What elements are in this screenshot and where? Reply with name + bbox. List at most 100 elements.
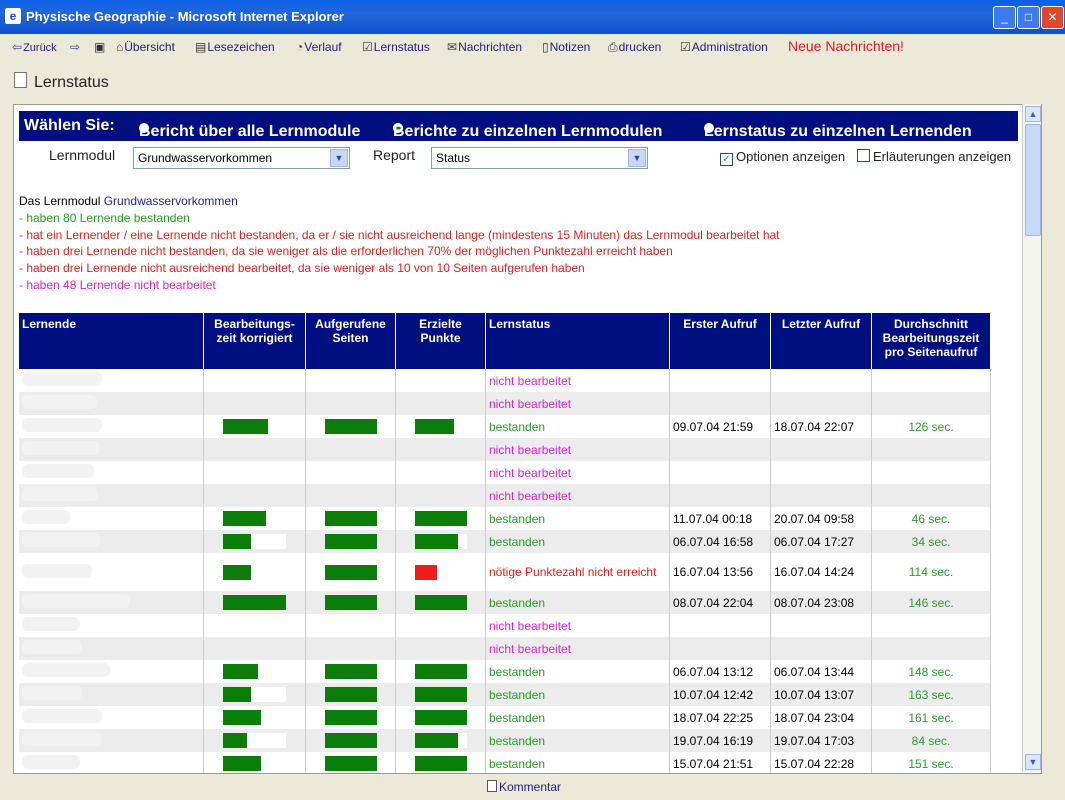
learner-name-cell — [19, 507, 204, 530]
lesezeichen-link[interactable]: ▤Lesezeichen — [195, 40, 275, 54]
maximize-button[interactable]: □ — [1017, 6, 1040, 29]
minimize-button[interactable]: _ — [993, 6, 1016, 29]
drucken-link[interactable]: ⎙drucken — [608, 40, 661, 55]
redacted-name[interactable] — [22, 395, 97, 409]
chevron-down-icon[interactable]: ▼ — [330, 149, 348, 167]
col-header-punkte[interactable]: Erzielte Punkte — [395, 313, 486, 369]
module-summary: Das Lernmodul Grundwasservorkommen - hab… — [19, 193, 780, 294]
progress-bar — [324, 687, 377, 703]
progress-fill — [324, 564, 377, 580]
refresh-button[interactable]: ▣ — [94, 40, 106, 54]
uebersicht-link[interactable]: ⌂Übersicht — [116, 40, 175, 54]
progress-bar — [414, 564, 467, 580]
redacted-name[interactable] — [22, 418, 102, 432]
unchecked-box-icon[interactable] — [857, 149, 870, 162]
points-bar-cell — [395, 369, 486, 392]
time-bar-cell — [203, 461, 306, 484]
back-button[interactable]: ⇦Zurück — [12, 40, 57, 54]
vertical-scrollbar[interactable]: ▲ ▼ — [1022, 104, 1041, 772]
history-icon: ◔ — [296, 40, 304, 54]
col-header-lernstatus[interactable]: Lernstatus — [485, 313, 670, 369]
close-button[interactable]: ✕ — [1041, 6, 1064, 29]
col-header-durchschnitt[interactable]: Durchschnitt Bearbeitungszeit pro Seiten… — [871, 313, 991, 369]
last-access-cell — [770, 637, 872, 660]
time-bar-cell — [203, 507, 306, 530]
verlauf-link[interactable]: ◔Verlauf — [296, 40, 342, 54]
first-access-cell — [669, 637, 771, 660]
redacted-name[interactable] — [22, 663, 110, 677]
scroll-thumb[interactable] — [1025, 124, 1041, 236]
col-header-bearbeitungszeit[interactable]: Bearbeitungs-zeit korrigiert — [203, 313, 306, 369]
progress-bar — [324, 595, 377, 611]
redacted-name[interactable] — [22, 563, 92, 578]
pages-bar-cell — [305, 614, 396, 637]
redacted-name[interactable] — [22, 709, 102, 723]
redacted-name[interactable] — [22, 594, 130, 608]
first-access-cell — [669, 461, 771, 484]
progress-bar — [223, 511, 286, 527]
page-icon: ▣ — [94, 40, 106, 54]
redacted-name[interactable] — [22, 372, 102, 386]
status-cell: nötige Punktezahl nicht erreicht — [485, 553, 670, 591]
progress-bar — [223, 564, 286, 580]
notizen-link[interactable]: ▯Notizen — [542, 40, 590, 54]
redacted-name[interactable] — [22, 732, 102, 746]
lernstatus-link[interactable]: ☑Lernstatus — [362, 40, 430, 54]
optionen-checkbox[interactable]: ✓ Optionen anzeigen — [720, 149, 845, 166]
redacted-name[interactable] — [22, 441, 100, 455]
ie-icon: e — [5, 8, 21, 24]
col-header-lernende[interactable]: Lernende — [19, 313, 204, 369]
last-access-cell: 15.07.04 22:28 — [770, 752, 872, 773]
forward-button[interactable]: ⇨ — [70, 40, 81, 54]
summary-line: - hat ein Lernender / eine Lernende nich… — [19, 227, 780, 242]
status-cell: bestanden — [485, 530, 670, 553]
redacted-name[interactable] — [22, 686, 82, 700]
checkmark-icon[interactable]: ✓ — [720, 153, 733, 166]
redacted-name[interactable] — [22, 533, 100, 547]
scroll-up-icon[interactable]: ▲ — [1025, 106, 1041, 122]
table-row: nicht bearbeitet — [19, 637, 991, 660]
status-cell: nicht bearbeitet — [485, 461, 670, 484]
time-bar-cell — [203, 729, 306, 752]
kommentar-link[interactable]: Kommentar — [487, 780, 561, 794]
avg-time-cell: 151 sec. — [871, 752, 991, 773]
erlaeuterungen-checkbox[interactable]: Erläuterungen anzeigen — [857, 149, 1011, 164]
nachrichten-link[interactable]: ✉Nachrichten — [447, 40, 522, 54]
status-cell: nicht bearbeitet — [485, 369, 670, 392]
table-row: bestanden 19.07.04 16:19 19.07.04 17:03 84 … — [19, 729, 991, 752]
table-row: bestanden 18.07.04 22:25 18.07.04 23:04 161… — [19, 706, 991, 729]
learner-name-cell — [19, 553, 204, 591]
redacted-name[interactable] — [22, 464, 94, 478]
time-bar-cell — [203, 706, 306, 729]
col-header-letzter-aufruf[interactable]: Letzter Aufruf — [770, 313, 872, 369]
progress-bar — [324, 534, 377, 550]
avg-time-cell: 84 sec. — [871, 729, 991, 752]
col-header-seiten[interactable]: Aufgerufene Seiten — [305, 313, 396, 369]
redacted-name[interactable] — [22, 510, 70, 524]
time-bar-cell — [203, 369, 306, 392]
progress-fill — [223, 664, 258, 680]
module-name-link[interactable]: Grundwasservorkommen — [104, 194, 238, 208]
scroll-down-icon[interactable]: ▼ — [1025, 754, 1041, 770]
avg-time-cell — [871, 438, 991, 461]
redacted-name[interactable] — [22, 640, 82, 654]
progress-fill — [223, 534, 251, 550]
neue-nachrichten-link[interactable]: Neue Nachrichten! — [788, 38, 904, 54]
redacted-name[interactable] — [22, 617, 80, 631]
lernmodul-select[interactable]: Grundwasservorkommen ▼ — [133, 147, 350, 169]
learner-name-cell — [19, 461, 204, 484]
first-access-cell: 08.07.04 22:04 — [669, 591, 771, 614]
learner-name-cell — [19, 392, 204, 415]
progress-bar — [414, 756, 467, 772]
report-select[interactable]: Status ▼ — [431, 147, 648, 169]
points-bar-cell — [395, 507, 486, 530]
col-header-erster-aufruf[interactable]: Erster Aufruf — [669, 313, 771, 369]
redacted-name[interactable] — [22, 755, 80, 769]
first-access-cell — [669, 392, 771, 415]
pages-bar-cell — [305, 706, 396, 729]
table-row: bestanden 10.07.04 12:42 10.07.04 13:07 163… — [19, 683, 991, 706]
bookmark-icon: ▤ — [195, 40, 207, 54]
redacted-name[interactable] — [22, 487, 98, 501]
chevron-down-icon[interactable]: ▼ — [628, 149, 646, 167]
administration-link[interactable]: ☑Administration — [680, 40, 768, 54]
